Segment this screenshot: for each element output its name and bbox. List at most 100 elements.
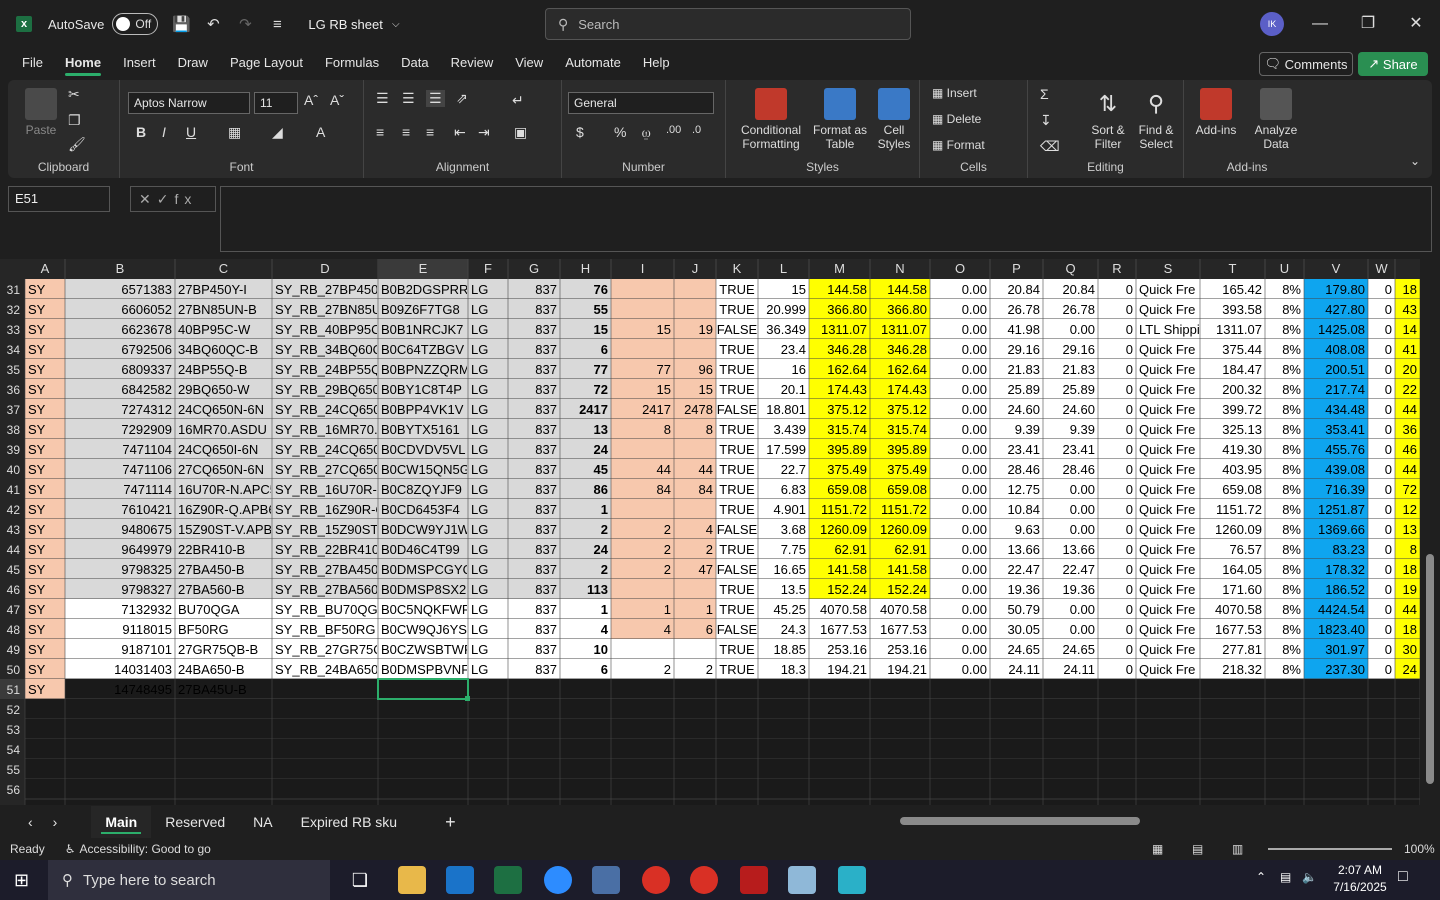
cell-R31[interactable]: 0 bbox=[1126, 282, 1133, 297]
cell-B50[interactable]: 14031403 bbox=[114, 662, 172, 677]
cell-L49[interactable]: 18.85 bbox=[773, 642, 806, 657]
cell-W42[interactable]: 0 bbox=[1385, 502, 1392, 517]
cell-B44[interactable]: 9649979 bbox=[121, 542, 172, 557]
cell-S35[interactable]: Quick Fre bbox=[1139, 362, 1195, 377]
cell-M32[interactable]: 366.80 bbox=[827, 302, 867, 317]
cell-undefined46[interactable]: 19 bbox=[1403, 582, 1417, 597]
cell-E39[interactable]: B0CDVDV5VL bbox=[381, 442, 466, 457]
cell-S37[interactable]: Quick Fre bbox=[1139, 402, 1195, 417]
cell-Q47[interactable]: 0.00 bbox=[1070, 602, 1095, 617]
cell-J40[interactable]: 44 bbox=[699, 462, 713, 477]
cell-A44[interactable]: SY bbox=[28, 542, 46, 557]
cell-S41[interactable]: Quick Fre bbox=[1139, 482, 1195, 497]
cell-S38[interactable]: Quick Fre bbox=[1139, 422, 1195, 437]
cell-C31[interactable]: 27BP450Y-I bbox=[178, 282, 247, 297]
cell-U39[interactable]: 8% bbox=[1282, 442, 1301, 457]
cell-Q37[interactable]: 24.60 bbox=[1062, 402, 1095, 417]
cell-Q41[interactable]: 0.00 bbox=[1070, 482, 1095, 497]
cell-H31[interactable]: 76 bbox=[594, 282, 608, 297]
cell-S49[interactable]: Quick Fre bbox=[1139, 642, 1195, 657]
cell-B45[interactable]: 9798325 bbox=[121, 562, 172, 577]
cell-C37[interactable]: 24CQ650N-6N bbox=[178, 402, 264, 417]
cell-O45[interactable]: 0.00 bbox=[962, 562, 987, 577]
file-explorer-icon[interactable] bbox=[398, 866, 426, 894]
column-header-Q[interactable]: Q bbox=[1065, 261, 1075, 276]
cell-M43[interactable]: 1260.09 bbox=[820, 522, 867, 537]
cell-K50[interactable]: TRUE bbox=[719, 662, 755, 677]
cell-D39[interactable]: SY_RB_24CQ650I- bbox=[275, 442, 388, 457]
cell-L44[interactable]: 7.75 bbox=[781, 542, 806, 557]
cell-D46[interactable]: SY_RB_27BA560-B bbox=[275, 582, 391, 597]
cell-M33[interactable]: 1311.07 bbox=[821, 322, 867, 337]
cell-T35[interactable]: 184.47 bbox=[1222, 362, 1262, 377]
cell-E46[interactable]: B0DMSP8SX2 bbox=[381, 582, 466, 597]
cell-K45[interactable]: FALSE bbox=[717, 562, 758, 577]
cell-F40[interactable]: LG bbox=[471, 462, 488, 477]
cell-T31[interactable]: 165.42 bbox=[1222, 282, 1262, 297]
cell-G49[interactable]: 837 bbox=[535, 642, 557, 657]
addins-button[interactable]: Add-ins bbox=[1190, 88, 1242, 137]
cell-G31[interactable]: 837 bbox=[535, 282, 557, 297]
cell-C42[interactable]: 16Z90R-Q.APB6 bbox=[178, 502, 276, 517]
cell-N39[interactable]: 395.89 bbox=[887, 442, 927, 457]
chrome-profile-icon[interactable] bbox=[690, 866, 718, 894]
cell-C38[interactable]: 16MR70.ASDU bbox=[178, 422, 267, 437]
row-header-34[interactable]: 34 bbox=[7, 343, 21, 357]
cell-L43[interactable]: 3.68 bbox=[781, 522, 806, 537]
cell-R41[interactable]: 0 bbox=[1126, 482, 1133, 497]
cell-F47[interactable]: LG bbox=[471, 602, 488, 617]
format-painter-icon[interactable]: 🖌 bbox=[68, 136, 86, 153]
cell-A31[interactable]: SY bbox=[28, 282, 46, 297]
row-header-42[interactable]: 42 bbox=[7, 503, 21, 517]
cell-I44[interactable]: 2 bbox=[664, 542, 671, 557]
cell-R43[interactable]: 0 bbox=[1126, 522, 1133, 537]
cell-N37[interactable]: 375.12 bbox=[887, 402, 927, 417]
cell-D37[interactable]: SY_RB_24CQ650N bbox=[275, 402, 390, 417]
cell-U33[interactable]: 8% bbox=[1282, 322, 1301, 337]
avatar[interactable]: IK bbox=[1260, 12, 1284, 36]
cell-E38[interactable]: B0BYTX5161 bbox=[381, 422, 460, 437]
cell-Q33[interactable]: 0.00 bbox=[1070, 322, 1095, 337]
cell-U50[interactable]: 8% bbox=[1282, 662, 1301, 677]
chevron-down-icon[interactable]: ⌵ bbox=[387, 19, 405, 30]
customize-toolbar-icon[interactable]: ≡ bbox=[268, 16, 286, 33]
cell-S48[interactable]: Quick Fre bbox=[1139, 622, 1195, 637]
cell-P35[interactable]: 21.83 bbox=[1007, 362, 1040, 377]
sheet-tab-expired-rb-sku[interactable]: Expired RB sku bbox=[287, 806, 411, 838]
menu-tab-page-layout[interactable]: Page Layout bbox=[230, 48, 303, 78]
cell-F35[interactable]: LG bbox=[471, 362, 488, 377]
cell-W43[interactable]: 0 bbox=[1385, 522, 1392, 537]
cell-E49[interactable]: B0CZWSBTWR bbox=[381, 642, 473, 657]
cell-O50[interactable]: 0.00 bbox=[962, 662, 987, 677]
cell-H35[interactable]: 77 bbox=[594, 362, 608, 377]
network-icon[interactable]: ▤ bbox=[1280, 870, 1291, 884]
cell-V35[interactable]: 200.51 bbox=[1325, 362, 1365, 377]
column-header-K[interactable]: K bbox=[733, 261, 742, 276]
cell-N42[interactable]: 1151.72 bbox=[881, 502, 927, 517]
cell-D45[interactable]: SY_RB_27BA450-B bbox=[275, 562, 391, 577]
cell-I35[interactable]: 77 bbox=[657, 362, 671, 377]
row-header-49[interactable]: 49 bbox=[7, 643, 21, 657]
column-header-M[interactable]: M bbox=[834, 261, 845, 276]
cell-Q46[interactable]: 19.36 bbox=[1062, 582, 1095, 597]
cell-M46[interactable]: 152.24 bbox=[827, 582, 867, 597]
page-layout-icon[interactable]: ▤ bbox=[1192, 842, 1203, 856]
cell-C43[interactable]: 15Z90ST-V.APB6 bbox=[178, 522, 279, 537]
decrease-font-icon[interactable]: Aˇ bbox=[330, 92, 344, 108]
italic-icon[interactable]: I bbox=[162, 124, 166, 140]
share-button[interactable]: ↗ Share bbox=[1358, 52, 1428, 76]
cell-H32[interactable]: 55 bbox=[594, 302, 608, 317]
cell-R44[interactable]: 0 bbox=[1126, 542, 1133, 557]
cell-L41[interactable]: 6.83 bbox=[781, 482, 806, 497]
cell-P33[interactable]: 41.98 bbox=[1007, 322, 1040, 337]
cell-D44[interactable]: SY_RB_22BR410-B bbox=[275, 542, 392, 557]
cell-K35[interactable]: TRUE bbox=[719, 362, 755, 377]
copy-icon[interactable]: ❐ bbox=[68, 112, 81, 129]
cell-undefined42[interactable]: 12 bbox=[1403, 502, 1417, 517]
cell-U47[interactable]: 8% bbox=[1282, 602, 1301, 617]
cell-undefined44[interactable]: 8 bbox=[1410, 542, 1417, 557]
cell-S33[interactable]: LTL Shippi bbox=[1139, 322, 1200, 337]
cell-F44[interactable]: LG bbox=[471, 542, 488, 557]
column-header-U[interactable]: U bbox=[1280, 261, 1289, 276]
cell-L46[interactable]: 13.5 bbox=[781, 582, 806, 597]
